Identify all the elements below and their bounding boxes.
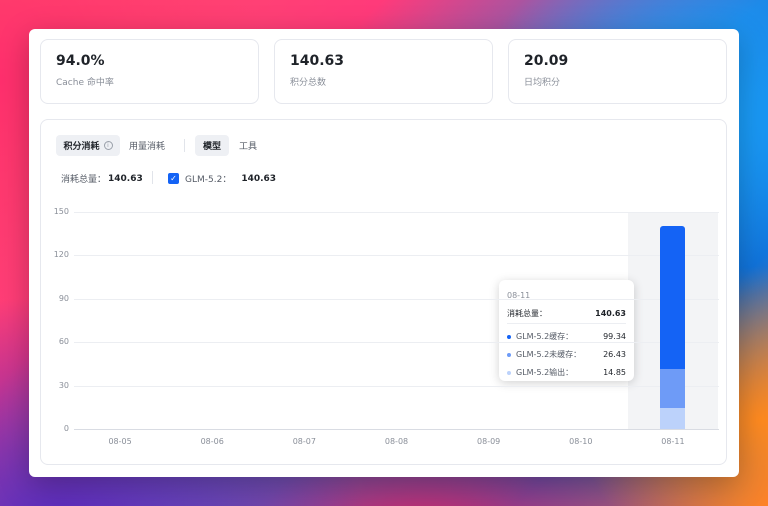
total-summary: 消耗总量： 140.63 bbox=[61, 172, 143, 186]
y-tick-label: 30 bbox=[58, 380, 69, 390]
legend-dot-icon bbox=[507, 352, 511, 357]
total-label: 消耗总量： bbox=[61, 175, 107, 185]
x-tick-label: 08-05 bbox=[108, 437, 132, 446]
info-icon[interactable]: i bbox=[103, 141, 113, 150]
tooltip-item: GLM-5.2缓存： 99.34 bbox=[507, 331, 626, 342]
tab-label: 用量消耗 bbox=[128, 142, 165, 152]
bar-segment[interactable] bbox=[660, 407, 686, 429]
tab-label: 积分消耗 bbox=[63, 142, 100, 152]
tooltip-item-label: GLM-5.2缓存： bbox=[516, 332, 574, 341]
tab-divider bbox=[184, 139, 185, 152]
tooltip-total-value: 140.63 bbox=[595, 309, 626, 318]
gridline bbox=[74, 298, 719, 300]
total-value: 140.63 bbox=[108, 173, 143, 184]
checkbox-checked-icon[interactable]: ✓ bbox=[168, 173, 179, 184]
tooltip-item: GLM-5.2输出： 14.85 bbox=[507, 367, 626, 378]
y-tick-label: 0 bbox=[63, 424, 69, 433]
stat-value: 94.0% bbox=[56, 53, 105, 69]
summary-divider bbox=[152, 171, 153, 184]
daily-average-card: 20.09 日均积分 bbox=[508, 39, 727, 104]
y-tick-label: 90 bbox=[58, 293, 69, 303]
cache-hit-rate-card: 94.0% Cache 命中率 bbox=[40, 39, 259, 104]
tab-credit-consumption[interactable]: 积分消耗 i bbox=[56, 135, 120, 156]
tab-usage-consumption[interactable]: 用量消耗 bbox=[123, 135, 171, 156]
tooltip-divider bbox=[507, 323, 626, 324]
y-tick-label: 60 bbox=[58, 337, 69, 347]
series-filter[interactable]: ✓ GLM-5.2： 140.63 bbox=[168, 172, 276, 185]
chart-tooltip: 08-11 消耗总量： 140.63 GLM-5.2缓存： 99.34 GLM-… bbox=[499, 280, 634, 381]
x-tick-label: 08-10 bbox=[569, 437, 593, 446]
stat-label: Cache 命中率 bbox=[56, 78, 114, 88]
series-label: GLM-5.2： bbox=[185, 175, 232, 185]
stat-value: 140.63 bbox=[290, 53, 345, 69]
tooltip-total-label: 消耗总量： bbox=[507, 309, 547, 318]
dashboard-window: 94.0% Cache 命中率 140.63 积分总数 20.09 日均积分 积… bbox=[29, 29, 739, 477]
legend-dot-icon bbox=[507, 370, 511, 375]
usage-chart-panel: 积分消耗 i 用量消耗 模型 工具 消耗总量： 140.63 ✓ GLM-5.2… bbox=[40, 119, 727, 465]
x-tick-label: 08-07 bbox=[292, 437, 316, 446]
tab-model[interactable]: 模型 bbox=[195, 135, 229, 156]
tooltip-item-label: GLM-5.2未缓存： bbox=[516, 350, 582, 359]
y-tick-label: 150 bbox=[53, 207, 69, 216]
gridline bbox=[74, 429, 719, 430]
x-tick-label: 08-09 bbox=[477, 437, 501, 446]
tooltip-total: 消耗总量： 140.63 bbox=[507, 308, 626, 319]
tab-label: 模型 bbox=[202, 142, 221, 152]
tooltip-item-value: 14.85 bbox=[603, 368, 626, 377]
tooltip-item: GLM-5.2未缓存： 26.43 bbox=[507, 349, 626, 360]
gridline bbox=[74, 385, 719, 387]
stat-label: 积分总数 bbox=[290, 78, 327, 88]
bar-segment[interactable] bbox=[660, 225, 686, 370]
tooltip-item-label: GLM-5.2输出： bbox=[516, 368, 574, 377]
legend-dot-icon bbox=[507, 334, 511, 339]
bar-segment[interactable] bbox=[660, 369, 686, 408]
series-value: 140.63 bbox=[241, 173, 277, 184]
x-tick-label: 08-06 bbox=[200, 437, 224, 446]
gridline bbox=[74, 255, 719, 257]
y-tick-label: 120 bbox=[53, 250, 69, 260]
tab-tool[interactable]: 工具 bbox=[233, 135, 263, 156]
tooltip-item-value: 99.34 bbox=[603, 332, 626, 341]
stat-value: 20.09 bbox=[524, 53, 569, 69]
x-tick-label: 08-08 bbox=[384, 437, 409, 446]
gridline bbox=[74, 342, 719, 344]
total-credits-card: 140.63 积分总数 bbox=[274, 39, 493, 104]
tooltip-item-value: 26.43 bbox=[603, 350, 626, 359]
gridline bbox=[74, 212, 719, 213]
x-tick-label: 08-11 bbox=[661, 437, 685, 446]
stat-label: 日均积分 bbox=[524, 78, 561, 88]
tab-label: 工具 bbox=[238, 142, 257, 152]
